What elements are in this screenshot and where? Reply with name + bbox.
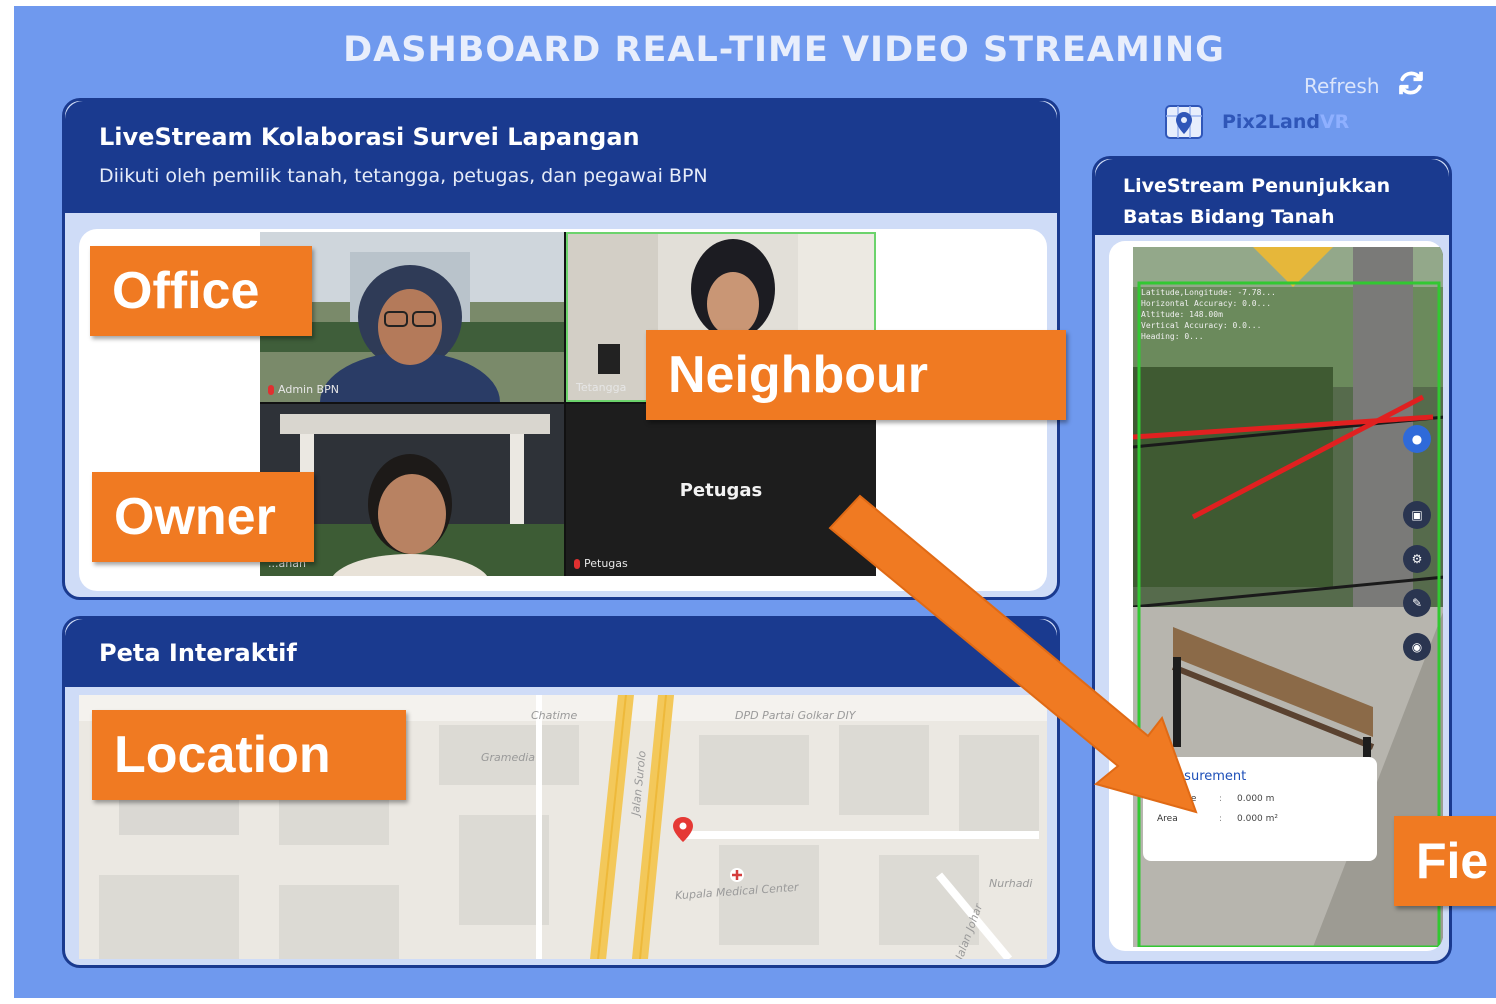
annotation-office: Office — [90, 246, 312, 336]
annotation-location: Location — [92, 710, 406, 800]
annotation-field: Fie — [1394, 816, 1496, 906]
annotation-owner: Owner — [92, 472, 314, 562]
annotation-neighbour: Neighbour — [646, 330, 1066, 420]
